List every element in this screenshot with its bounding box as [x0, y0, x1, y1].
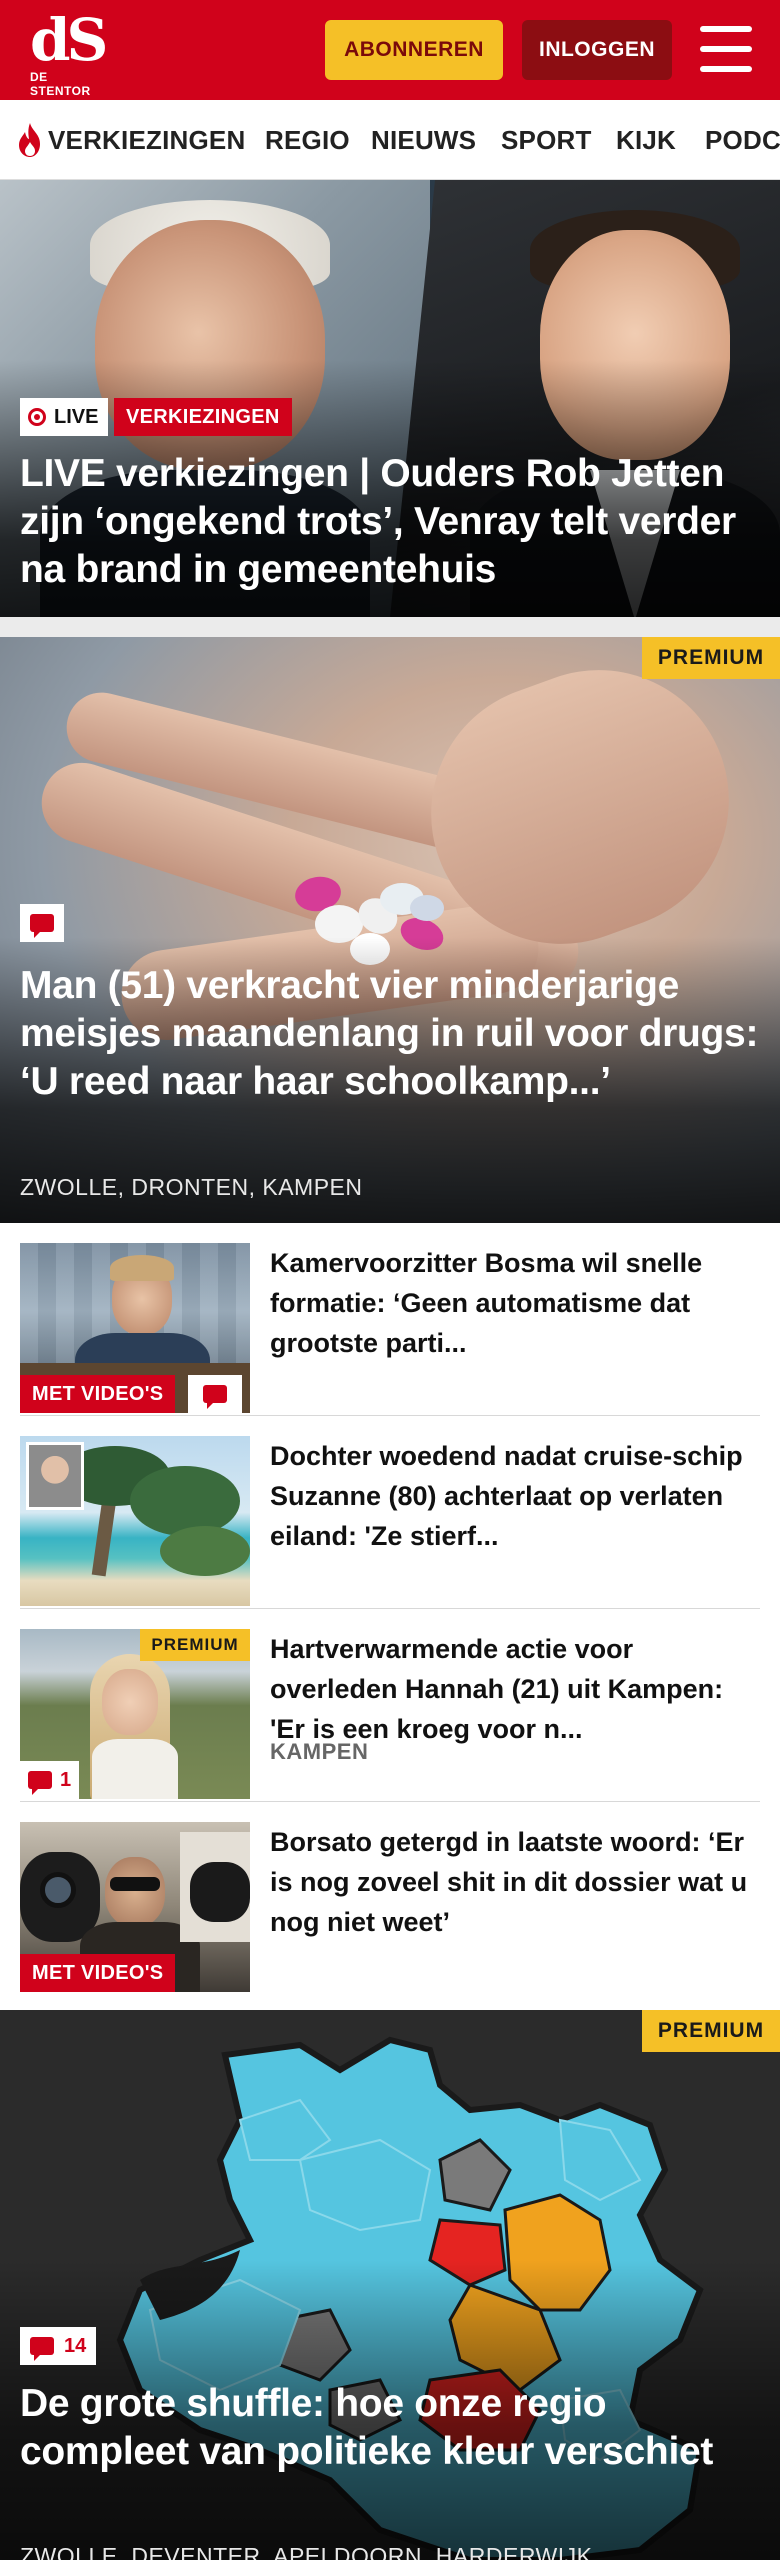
article-list: MET VIDEO'S Kamervoorzitter Bosma wil sn…: [0, 1223, 780, 2010]
article-thumbnail[interactable]: PREMIUM 1: [20, 1629, 250, 1799]
article-thumbnail[interactable]: MET VIDEO'S: [20, 1822, 250, 1992]
video-tag: MET VIDEO'S: [20, 1954, 176, 1992]
nav-label: SPORT: [501, 124, 592, 155]
menu-icon-bar: [700, 46, 752, 52]
feature-article[interactable]: PREMIUM Man (51) verkracht vier minderja…: [0, 637, 780, 1223]
hero-headline[interactable]: LIVE verkiezingen | Ouders Rob Jetten zi…: [20, 450, 765, 594]
comment-icon: [203, 1385, 227, 1409]
list-item[interactable]: PREMIUM 1 Hartverwarmende actie voor ove…: [20, 1609, 760, 1802]
subscribe-button[interactable]: ABONNEREN: [325, 20, 503, 80]
nav-label: PODC: [705, 124, 780, 155]
thumbnail-detail: [105, 1857, 165, 1927]
menu-icon-bar: [700, 26, 752, 32]
thumbnail-detail: [160, 1526, 250, 1576]
nav-item-verkiezingen[interactable]: VERKIEZINGEN: [16, 100, 246, 179]
menu-icon[interactable]: [700, 26, 752, 72]
comment-badge[interactable]: [20, 904, 64, 942]
article-thumbnail[interactable]: [20, 1436, 250, 1606]
comment-badge[interactable]: 14: [20, 2327, 97, 2365]
nav-item-sport[interactable]: SPORT: [501, 100, 592, 179]
logo-mark: dS: [30, 6, 108, 74]
thumbnail-detail: [40, 1872, 76, 1908]
list-item[interactable]: Dochter woedend nadat cruise-schip Suzan…: [20, 1416, 760, 1609]
comment-badge[interactable]: [188, 1375, 242, 1413]
thumbnail-detail: [110, 1877, 160, 1891]
article-title[interactable]: Kamervoorzitter Bosma wil snelle formati…: [270, 1243, 760, 1363]
feature-location: ZWOLLE, DRONTEN, KAMPEN: [20, 1174, 363, 1200]
comment-icon: [30, 2337, 54, 2361]
article-title[interactable]: Hartverwarmende actie voor overleden Han…: [270, 1629, 760, 1749]
thumbnail-detail: [102, 1669, 158, 1735]
live-label: LIVE: [54, 405, 99, 428]
thumbnail-detail: [92, 1739, 178, 1799]
list-item[interactable]: MET VIDEO'S Kamervoorzitter Bosma wil sn…: [20, 1223, 760, 1416]
nav-label: REGIO: [265, 124, 350, 155]
nav-label: NIEUWS: [371, 124, 477, 155]
comment-count: 14: [64, 2334, 87, 2357]
thumbnail-detail: [110, 1255, 174, 1281]
article-location: KAMPEN: [270, 1739, 369, 1764]
site-logo[interactable]: dS DE STENTOR: [30, 6, 112, 98]
comment-count: 1: [60, 1768, 72, 1791]
article-thumbnail[interactable]: MET VIDEO'S: [20, 1243, 250, 1413]
comment-icon: [28, 1771, 52, 1795]
premium-badge: PREMIUM: [642, 2010, 780, 2052]
list-item[interactable]: MET VIDEO'S Borsato getergd in laatste w…: [20, 1802, 760, 1995]
nav-item-nieuws[interactable]: NIEUWS: [371, 100, 477, 179]
nav-item-podcasts[interactable]: PODC: [705, 100, 780, 179]
premium-badge: PREMIUM: [642, 637, 780, 679]
map-headline[interactable]: De grote shuffle: hoe onze regio complee…: [20, 2380, 760, 2476]
nav-label: VERKIEZINGEN: [48, 124, 246, 155]
video-tag: MET VIDEO'S: [20, 1375, 176, 1413]
logo-name: DE STENTOR: [30, 70, 91, 98]
section-nav: VERKIEZINGEN REGIO NIEUWS SPORT KIJK POD…: [0, 100, 780, 180]
article-title[interactable]: Borsato getergd in laatste woord: ‘Er is…: [270, 1822, 760, 1942]
category-badge[interactable]: VERKIEZINGEN: [114, 398, 292, 436]
login-button[interactable]: INLOGGEN: [522, 20, 672, 80]
live-dot-icon: [28, 408, 46, 426]
feature-headline[interactable]: Man (51) verkracht vier minderjarige mei…: [20, 962, 760, 1106]
nav-item-regio[interactable]: REGIO: [265, 100, 350, 179]
thumbnail-detail: [190, 1862, 250, 1922]
inset-portrait: [26, 1442, 84, 1510]
thumbnail-detail: [29, 1445, 81, 1507]
comment-icon: [30, 914, 54, 938]
live-badge: LIVE: [20, 398, 109, 436]
map-location: ZWOLLE, DEVENTER, APELDOORN, HARDERWIJK: [20, 2543, 593, 2560]
menu-icon-bar: [700, 66, 752, 72]
pill: [410, 895, 444, 921]
article-title[interactable]: Dochter woedend nadat cruise-schip Suzan…: [270, 1436, 760, 1556]
nav-item-kijk[interactable]: KIJK: [616, 100, 677, 179]
thumbnail-detail: [130, 1466, 240, 1536]
flame-icon: [19, 123, 40, 157]
nav-label: KIJK: [616, 124, 677, 155]
comment-badge[interactable]: 1: [20, 1761, 80, 1799]
map-article[interactable]: PREMIUM 14 De grote shuffle: hoe onze re…: [0, 2010, 780, 2560]
premium-badge: PREMIUM: [140, 1629, 250, 1661]
top-bar: dS DE STENTOR ABONNEREN INLOGGEN: [0, 0, 780, 100]
hero-article[interactable]: LIVE VERKIEZINGEN LIVE verkiezingen | Ou…: [0, 180, 780, 617]
